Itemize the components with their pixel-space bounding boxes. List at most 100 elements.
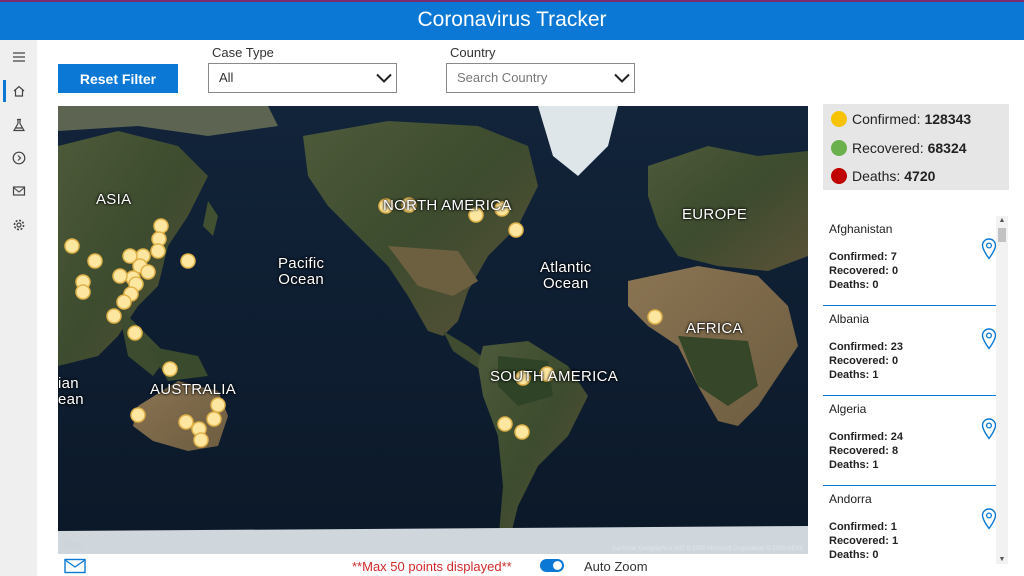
case-marker[interactable] <box>112 268 128 284</box>
case-marker[interactable] <box>75 284 91 300</box>
deaths-summary-value: 4720 <box>904 168 936 184</box>
confirmed-summary: Confirmed: 128343 <box>831 109 971 129</box>
scroll-up-arrow-icon[interactable]: ▲ <box>996 217 1008 224</box>
map-label-north-america: NORTH AMERICA <box>383 197 512 214</box>
mail-icon <box>12 186 25 196</box>
country-confirmed: Confirmed: 23 <box>829 341 903 353</box>
recovered-summary: Recovered: 68324 <box>831 138 967 158</box>
global-summary: Confirmed: 128343 Recovered: 68324 Death… <box>823 104 1009 190</box>
flask-icon <box>12 118 25 132</box>
case-marker[interactable] <box>116 294 132 310</box>
map-pin-icon[interactable] <box>981 238 997 260</box>
app-title-bar: Coronavirus Tracker <box>0 0 1024 40</box>
country-list-item[interactable]: Andorra Confirmed: 1 Recovered: 1 Deaths… <box>823 486 997 564</box>
case-marker[interactable] <box>140 264 156 280</box>
chevron-down-icon <box>376 73 392 83</box>
case-marker[interactable] <box>508 222 524 238</box>
country-list-item[interactable]: Afghanistan Confirmed: 7 Recovered: 0 De… <box>823 216 997 306</box>
recovered-summary-label: Recovered: <box>852 140 924 156</box>
auto-zoom-toggle[interactable] <box>540 559 564 572</box>
country-list-item[interactable]: Algeria Confirmed: 24 Recovered: 8 Death… <box>823 396 997 486</box>
mail-icon[interactable] <box>64 558 86 574</box>
country-list[interactable]: Afghanistan Confirmed: 7 Recovered: 0 De… <box>823 216 1009 564</box>
map-label-pacific-ocean: Pacific Ocean <box>278 255 325 288</box>
map-label-africa: AFRICA <box>686 320 743 337</box>
case-marker[interactable] <box>178 414 194 430</box>
map-label-indian-ocean-2: ean <box>58 391 84 408</box>
map-label-asia: ASIA <box>96 191 132 208</box>
country-search-placeholder: Search Country <box>457 70 548 85</box>
scrollbar-thumb[interactable] <box>998 228 1006 242</box>
country-confirmed: Confirmed: 7 <box>829 251 897 263</box>
case-marker[interactable] <box>206 411 222 427</box>
confirmed-summary-value: 128343 <box>924 111 972 127</box>
case-marker[interactable] <box>210 397 226 413</box>
deaths-dot-icon <box>831 168 847 184</box>
menu-button[interactable] <box>0 42 37 72</box>
nav-settings[interactable] <box>0 210 37 240</box>
case-type-dropdown[interactable]: All <box>208 63 397 93</box>
nav-home[interactable] <box>0 76 37 106</box>
case-marker[interactable] <box>106 308 122 324</box>
case-marker[interactable] <box>180 253 196 269</box>
confirmed-summary-label: Confirmed: <box>852 111 921 127</box>
case-marker[interactable] <box>150 243 166 259</box>
chevron-down-icon <box>614 73 630 83</box>
country-name: Andorra <box>829 492 872 506</box>
country-list-scrollbar[interactable]: ▲ ▼ <box>996 216 1008 564</box>
case-marker[interactable] <box>193 432 209 448</box>
map-label-europe: EUROPE <box>682 206 748 223</box>
country-name: Albania <box>829 312 870 326</box>
case-marker[interactable] <box>514 424 530 440</box>
world-map[interactable]: ASIA NORTH AMERICA EUROPE Pacific Ocean … <box>58 106 808 554</box>
recovered-summary-value: 68324 <box>927 140 967 156</box>
case-marker[interactable] <box>647 309 663 325</box>
map-label-indian-ocean-1: ian <box>58 375 79 392</box>
country-deaths: Deaths: 0 <box>829 279 879 291</box>
country-confirmed: Confirmed: 24 <box>829 431 903 443</box>
home-icon <box>13 85 24 97</box>
map-pin-icon[interactable] <box>981 418 997 440</box>
bing-logo: bing <box>63 539 84 551</box>
country-name: Afghanistan <box>829 222 893 236</box>
map-pin-icon[interactable] <box>981 508 997 530</box>
menu-icon <box>12 52 25 62</box>
case-marker[interactable] <box>130 407 146 423</box>
side-nav <box>0 40 37 576</box>
country-search-dropdown[interactable]: Search Country <box>446 63 635 93</box>
max-points-message: **Max 50 points displayed** <box>352 559 512 574</box>
gear-icon <box>13 219 24 231</box>
reset-filter-button[interactable]: Reset Filter <box>58 64 178 93</box>
country-confirmed: Confirmed: 1 <box>829 521 897 533</box>
deaths-summary-label: Deaths: <box>852 168 901 184</box>
case-type-value: All <box>219 70 234 85</box>
confirmed-dot-icon <box>831 111 847 127</box>
country-recovered: Recovered: 8 <box>829 445 899 457</box>
country-recovered: Recovered: 0 <box>829 265 899 277</box>
country-deaths: Deaths: 0 <box>829 549 879 561</box>
nav-mail[interactable] <box>0 176 37 206</box>
country-deaths: Deaths: 1 <box>829 369 879 381</box>
app-title: Coronavirus Tracker <box>417 8 607 31</box>
country-deaths: Deaths: 1 <box>829 459 879 471</box>
case-marker[interactable] <box>87 253 103 269</box>
case-marker[interactable] <box>64 238 80 254</box>
deaths-summary: Deaths: 4720 <box>831 166 935 186</box>
case-marker[interactable] <box>497 416 513 432</box>
map-label-atlantic-ocean: Atlantic Ocean <box>540 259 592 292</box>
case-marker[interactable] <box>153 218 169 234</box>
scroll-down-arrow-icon[interactable]: ▼ <box>996 556 1008 563</box>
case-marker[interactable] <box>162 361 178 377</box>
case-marker[interactable] <box>127 325 143 341</box>
circle-chevron-right-icon <box>12 151 25 165</box>
nav-lab[interactable] <box>0 110 37 140</box>
map-copyright: Earthstar Geographics SIO © 2020 Microso… <box>612 546 804 552</box>
auto-zoom-label: Auto Zoom <box>584 559 648 574</box>
map-label-australia: AUSTRALIA <box>150 381 237 398</box>
country-list-item[interactable]: Albania Confirmed: 23 Recovered: 0 Death… <box>823 306 997 396</box>
country-recovered: Recovered: 0 <box>829 355 899 367</box>
country-name: Algeria <box>829 402 867 416</box>
map-label-south-america: SOUTH AMERICA <box>490 368 619 385</box>
nav-forward[interactable] <box>0 143 37 173</box>
map-pin-icon[interactable] <box>981 328 997 350</box>
